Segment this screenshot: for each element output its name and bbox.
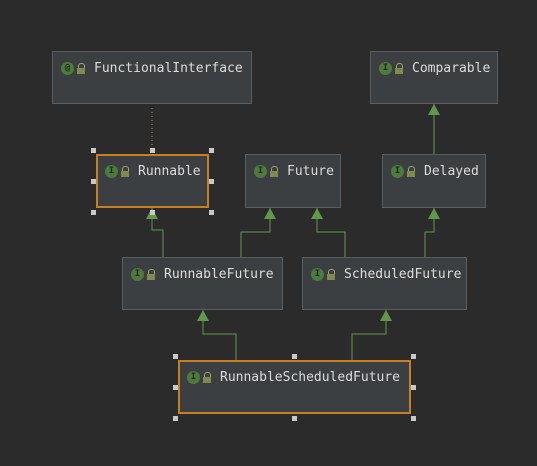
lock-icon [203,372,212,384]
edge-runnable-scheduled-future-to-scheduled-future [351,310,387,360]
selection-handle[interactable] [292,416,297,421]
lock-icon [407,166,416,178]
annotation-icon: @ [61,62,74,75]
interface-icon: I [379,62,392,75]
arrowhead-future [264,208,276,219]
node-label: Delayed [424,164,479,179]
interface-icon: I [391,165,404,178]
selection-handle[interactable] [91,210,96,215]
node-label: Runnable [138,164,201,179]
selection-handle[interactable] [173,354,178,359]
selection-handle[interactable] [150,148,155,153]
selection-handle[interactable] [173,416,178,421]
lock-icon [327,269,336,281]
node-label: RunnableFuture [164,267,274,282]
node-future[interactable]: I Future [245,154,341,208]
node-runnable[interactable]: I Runnable [96,154,209,208]
lock-icon [77,63,86,75]
lock-icon [395,63,404,75]
selection-handle[interactable] [411,416,416,421]
arrowhead-comparable [428,104,440,115]
selection-handle[interactable] [209,148,214,153]
lock-icon [270,166,279,178]
edge-runnable-scheduled-future-to-runnable-future [202,310,237,360]
node-runnable-scheduled-future[interactable]: I RunnableScheduledFuture [178,360,411,414]
diagram-canvas[interactable]: @ FunctionalInterface I Comparable I Run… [0,0,537,466]
arrowhead-runnable-future [197,310,209,321]
node-label: Comparable [412,61,491,76]
selection-handle[interactable] [91,148,96,153]
interface-icon: I [187,371,200,384]
selection-handle[interactable] [411,385,416,390]
interface-icon: I [311,268,324,281]
selection-handle[interactable] [411,354,416,359]
node-delayed[interactable]: I Delayed [382,154,486,208]
node-comparable[interactable]: I Comparable [370,51,498,104]
selection-handle[interactable] [173,385,178,390]
lock-icon [121,166,130,178]
arrowhead-scheduled-future [380,310,392,321]
node-runnable-future[interactable]: I RunnableFuture [122,257,283,310]
edge-scheduled-future-to-future [316,208,346,257]
lock-icon [147,269,156,281]
node-functional-interface[interactable]: @ FunctionalInterface [52,51,252,104]
selection-handle[interactable] [292,354,297,359]
arrowhead-future [311,208,323,219]
interface-icon: I [105,165,118,178]
arrowhead-delayed [428,208,440,219]
node-label: RunnableScheduledFuture [220,370,401,385]
selection-handle[interactable] [209,210,214,215]
interface-icon: I [131,268,144,281]
node-scheduled-future[interactable]: I ScheduledFuture [302,257,467,310]
selection-handle[interactable] [91,179,96,184]
interface-icon: I [254,165,267,178]
selection-handle[interactable] [150,210,155,215]
node-label: ScheduledFuture [344,267,462,282]
edge-runnable-future-to-future [240,208,271,257]
node-label: Future [287,164,334,179]
node-label: FunctionalInterface [94,61,243,76]
selection-handle[interactable] [209,179,214,184]
